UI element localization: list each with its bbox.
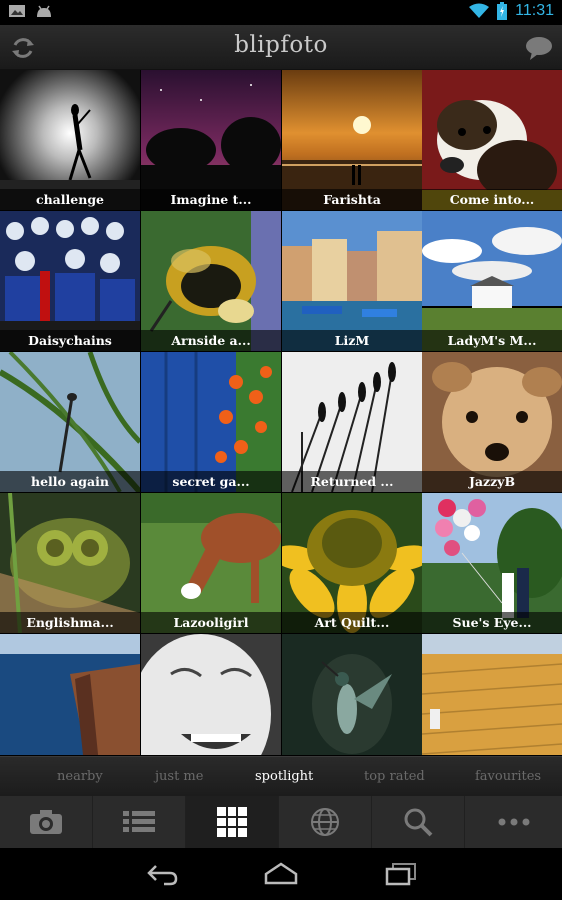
tile-caption: Sue's Eye...: [422, 612, 562, 633]
clock: 11:31: [515, 2, 554, 19]
tile-caption: Farishta: [282, 189, 422, 210]
tile-caption: secret ga...: [141, 471, 281, 492]
photo-tile[interactable]: LizM: [282, 211, 422, 351]
globe-icon: [311, 808, 339, 836]
tile-caption: Englishma...: [0, 612, 140, 633]
photo-tile[interactable]: [422, 634, 562, 755]
tile-caption: Arnside a...: [141, 330, 281, 351]
photo-tile[interactable]: [0, 634, 140, 755]
wifi-icon: [469, 3, 490, 18]
photo-tile[interactable]: Sue's Eye...: [422, 493, 562, 633]
photo-tile[interactable]: Englishma...: [0, 493, 140, 633]
filter-tabs: nearby just me spotlight top rated favou…: [0, 756, 562, 796]
tab-nearby[interactable]: nearby: [57, 769, 103, 784]
hummingbird-photo: [282, 634, 422, 755]
tile-caption: Come into...: [422, 189, 562, 210]
photo-tile[interactable]: Arnside a...: [141, 211, 281, 351]
camera-icon: [30, 810, 62, 834]
photo-tile[interactable]: Farishta: [282, 70, 422, 210]
recent-apps-icon[interactable]: [385, 862, 417, 886]
tab-top-rated[interactable]: top rated: [364, 769, 425, 784]
tab-spotlight[interactable]: spotlight: [255, 769, 313, 784]
tile-caption: challenge: [0, 189, 140, 210]
photo-tile[interactable]: Come into...: [422, 70, 562, 210]
search-button[interactable]: [372, 796, 465, 848]
tile-caption: Lazooligirl: [141, 612, 281, 633]
tile-caption: Imagine t...: [141, 189, 281, 210]
photo-tile[interactable]: [141, 634, 281, 755]
app-title: blipfoto: [234, 32, 328, 58]
camera-button[interactable]: [0, 796, 93, 848]
status-bar: 11:31: [0, 0, 562, 25]
tab-favourites[interactable]: favourites: [475, 769, 541, 784]
list-button[interactable]: [93, 796, 186, 848]
photo-tile[interactable]: JazzyB: [422, 352, 562, 492]
list-icon: [123, 811, 155, 832]
system-nav-bar: [0, 848, 562, 900]
photo-tile[interactable]: Art Quilt...: [282, 493, 422, 633]
photo-tile[interactable]: Lazooligirl: [141, 493, 281, 633]
photo-grid: challenge Imagine t... Farishta Come int…: [0, 70, 562, 755]
grid-button[interactable]: [186, 796, 279, 848]
wheat-field-photo: [422, 634, 562, 755]
tab-just-me[interactable]: just me: [155, 769, 203, 784]
home-icon[interactable]: [264, 862, 298, 886]
android-notification-icon: [37, 5, 51, 17]
battery-icon: [497, 2, 508, 20]
action-bar: blipfoto: [0, 25, 562, 70]
photo-tile[interactable]: challenge: [0, 70, 140, 210]
tile-caption: Returned ...: [282, 471, 422, 492]
photo-tile[interactable]: Daisychains: [0, 211, 140, 351]
photo-tile[interactable]: secret ga...: [141, 352, 281, 492]
tile-caption: Daisychains: [0, 330, 140, 351]
child-smile-photo: [141, 634, 281, 755]
search-icon: [404, 808, 433, 837]
photo-tile[interactable]: hello again: [0, 352, 140, 492]
more-button[interactable]: [465, 796, 562, 848]
photo-tile[interactable]: [282, 634, 422, 755]
photo-tile[interactable]: Returned ...: [282, 352, 422, 492]
chat-icon[interactable]: [524, 33, 554, 63]
explore-button[interactable]: [279, 796, 372, 848]
tile-caption: LizM: [282, 330, 422, 351]
photo-tile[interactable]: LadyM's M...: [422, 211, 562, 351]
grid-icon: [217, 807, 247, 837]
sea-cliff-photo: [0, 634, 140, 755]
tile-caption: JazzyB: [422, 471, 562, 492]
more-icon: [498, 818, 529, 826]
bottom-toolbar: [0, 796, 562, 848]
back-icon[interactable]: [146, 862, 178, 886]
tile-caption: Art Quilt...: [282, 612, 422, 633]
tile-caption: LadyM's M...: [422, 330, 562, 351]
tile-caption: hello again: [0, 471, 140, 492]
photo-tile[interactable]: Imagine t...: [141, 70, 281, 210]
image-notification-icon: [9, 5, 25, 17]
